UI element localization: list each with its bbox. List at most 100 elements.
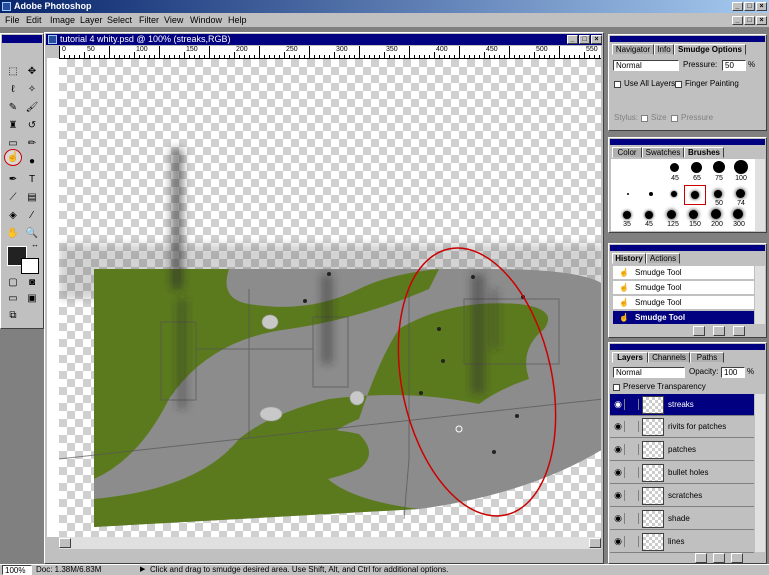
- brushes-scrollbar[interactable]: [755, 159, 765, 231]
- doc-window-close-icon[interactable]: ×: [591, 35, 602, 44]
- brush-soft-150[interactable]: [689, 210, 698, 219]
- history-brush-tool-icon[interactable]: ↺: [23, 118, 41, 135]
- options-palette-title-bar[interactable]: [610, 36, 765, 42]
- visibility-eye-icon[interactable]: ◉: [612, 490, 625, 501]
- layer-row[interactable]: ◉ scratches: [610, 485, 754, 507]
- brushes-palette-title-bar[interactable]: [610, 139, 765, 145]
- history-item[interactable]: ☝ Smudge Tool: [613, 266, 754, 280]
- new-layer-icon[interactable]: [713, 553, 725, 563]
- pressure-input[interactable]: 50: [722, 60, 746, 71]
- brush-soft-3[interactable]: [649, 192, 653, 196]
- tab-actions[interactable]: Actions: [646, 253, 680, 264]
- document-title-bar[interactable]: tutorial 4 whity.psd @ 100% (streaks,RGB…: [46, 34, 602, 45]
- toolbox-title-bar[interactable]: [2, 35, 42, 43]
- preserve-transparency-checkbox[interactable]: [613, 384, 620, 391]
- brush-75[interactable]: [713, 161, 725, 173]
- tab-history[interactable]: History: [612, 253, 646, 264]
- layer-row-selected[interactable]: ◉ streaks: [610, 394, 754, 416]
- menu-file[interactable]: File: [5, 14, 20, 26]
- menu-filter[interactable]: Filter: [139, 14, 159, 26]
- layer-row[interactable]: ◉ bullet holes: [610, 462, 754, 484]
- layer-row[interactable]: ◉ shade: [610, 508, 754, 530]
- history-brush-icon[interactable]: ☝: [619, 281, 629, 294]
- hand-tool-icon[interactable]: ✋: [4, 226, 22, 243]
- layers-scrollbar[interactable]: [755, 394, 765, 552]
- brush-soft-300[interactable]: [733, 209, 743, 219]
- rubber-stamp-tool-icon[interactable]: ♜: [4, 118, 22, 135]
- link-slot[interactable]: [626, 467, 639, 478]
- tab-channels[interactable]: Channels: [648, 352, 690, 363]
- history-item-selected[interactable]: ☝ Smudge Tool: [613, 311, 754, 325]
- history-item[interactable]: ☝ Smudge Tool: [613, 296, 754, 310]
- magic-wand-tool-icon[interactable]: ✧: [23, 82, 41, 99]
- plane-artwork[interactable]: [59, 59, 601, 537]
- paintbrush-icon[interactable]: [626, 399, 639, 410]
- history-scrollbar[interactable]: [755, 266, 765, 324]
- layer-row[interactable]: ◉ rivits for patches: [610, 416, 754, 438]
- dodge-tool-icon[interactable]: ●: [23, 154, 41, 171]
- brush-soft-19[interactable]: [736, 189, 745, 198]
- delete-layer-icon[interactable]: [731, 553, 743, 563]
- mode-select[interactable]: Normal: [613, 60, 679, 71]
- visibility-eye-icon[interactable]: ◉: [612, 513, 625, 524]
- link-slot[interactable]: [626, 513, 639, 524]
- use-all-layers-checkbox[interactable]: [614, 81, 621, 88]
- layer-row[interactable]: ◉ lines: [610, 531, 754, 553]
- lasso-tool-icon[interactable]: ℓ: [4, 82, 22, 99]
- tab-info[interactable]: Info: [654, 44, 674, 55]
- link-slot[interactable]: [626, 444, 639, 455]
- menu-edit[interactable]: Edit: [26, 14, 42, 26]
- visibility-eye-icon[interactable]: ◉: [612, 536, 625, 547]
- link-slot[interactable]: [626, 490, 639, 501]
- doc-close-icon[interactable]: ×: [756, 16, 767, 25]
- doc-minimize-icon[interactable]: _: [732, 16, 743, 25]
- menu-image[interactable]: Image: [50, 14, 75, 26]
- pencil-tool-icon[interactable]: ✏: [23, 136, 41, 153]
- airbrush-tool-icon[interactable]: ✎: [4, 100, 22, 117]
- brush-100[interactable]: [734, 160, 748, 174]
- layer-row[interactable]: ◉ patches: [610, 439, 754, 461]
- menu-select[interactable]: Select: [107, 14, 132, 26]
- jump-to-imageready-icon[interactable]: ⧉: [4, 311, 22, 323]
- background-color-swatch[interactable]: [21, 258, 39, 274]
- brush-soft-1[interactable]: [627, 193, 629, 195]
- history-brush-icon[interactable]: ☝: [619, 296, 629, 309]
- marquee-tool-icon[interactable]: ⬚: [4, 64, 22, 81]
- stylus-pressure-checkbox[interactable]: [671, 115, 678, 122]
- scroll-left-icon[interactable]: [59, 538, 71, 548]
- opacity-input[interactable]: 100: [721, 367, 745, 378]
- type-tool-icon[interactable]: T: [23, 172, 41, 189]
- doc-size-readout[interactable]: Doc: 1.38M/6.83M: [36, 565, 101, 575]
- new-snapshot-icon[interactable]: [713, 326, 725, 336]
- doc-window-maximize-icon[interactable]: □: [579, 35, 590, 44]
- tab-navigator[interactable]: Navigator: [612, 44, 654, 55]
- new-document-from-state-icon[interactable]: [693, 326, 705, 336]
- brush-soft-9[interactable]: [691, 191, 699, 199]
- image-canvas[interactable]: [59, 59, 601, 537]
- swap-colors-icon[interactable]: ↔: [31, 240, 39, 249]
- paint-bucket-tool-icon[interactable]: ◈: [4, 208, 22, 225]
- layers-palette-title-bar[interactable]: [610, 344, 765, 350]
- tab-color[interactable]: Color: [612, 147, 642, 158]
- scroll-right-icon[interactable]: [589, 538, 601, 548]
- gradient-tool-icon[interactable]: ▤: [23, 190, 41, 207]
- visibility-eye-icon[interactable]: ◉: [612, 467, 625, 478]
- screen-mode-full-icon[interactable]: ▣: [23, 294, 41, 306]
- history-brush-icon[interactable]: ☝: [619, 311, 629, 324]
- menu-window[interactable]: Window: [190, 14, 222, 26]
- eyedropper-tool-icon[interactable]: ⁄: [23, 208, 41, 225]
- add-mask-icon[interactable]: [695, 553, 707, 563]
- visibility-eye-icon[interactable]: ◉: [612, 444, 625, 455]
- close-icon[interactable]: ×: [756, 2, 767, 11]
- blend-mode-select[interactable]: Normal: [613, 367, 685, 378]
- tab-layers[interactable]: Layers: [612, 352, 648, 363]
- quick-mask-icon[interactable]: ◙: [23, 278, 41, 290]
- tab-swatches[interactable]: Swatches: [642, 147, 684, 158]
- link-slot[interactable]: [626, 421, 639, 432]
- link-slot[interactable]: [626, 536, 639, 547]
- visibility-eye-icon[interactable]: ◉: [612, 421, 625, 432]
- maximize-icon[interactable]: □: [744, 2, 755, 11]
- menu-help[interactable]: Help: [228, 14, 247, 26]
- horizontal-scrollbar[interactable]: [59, 537, 601, 549]
- brush-soft-45[interactable]: [645, 211, 653, 219]
